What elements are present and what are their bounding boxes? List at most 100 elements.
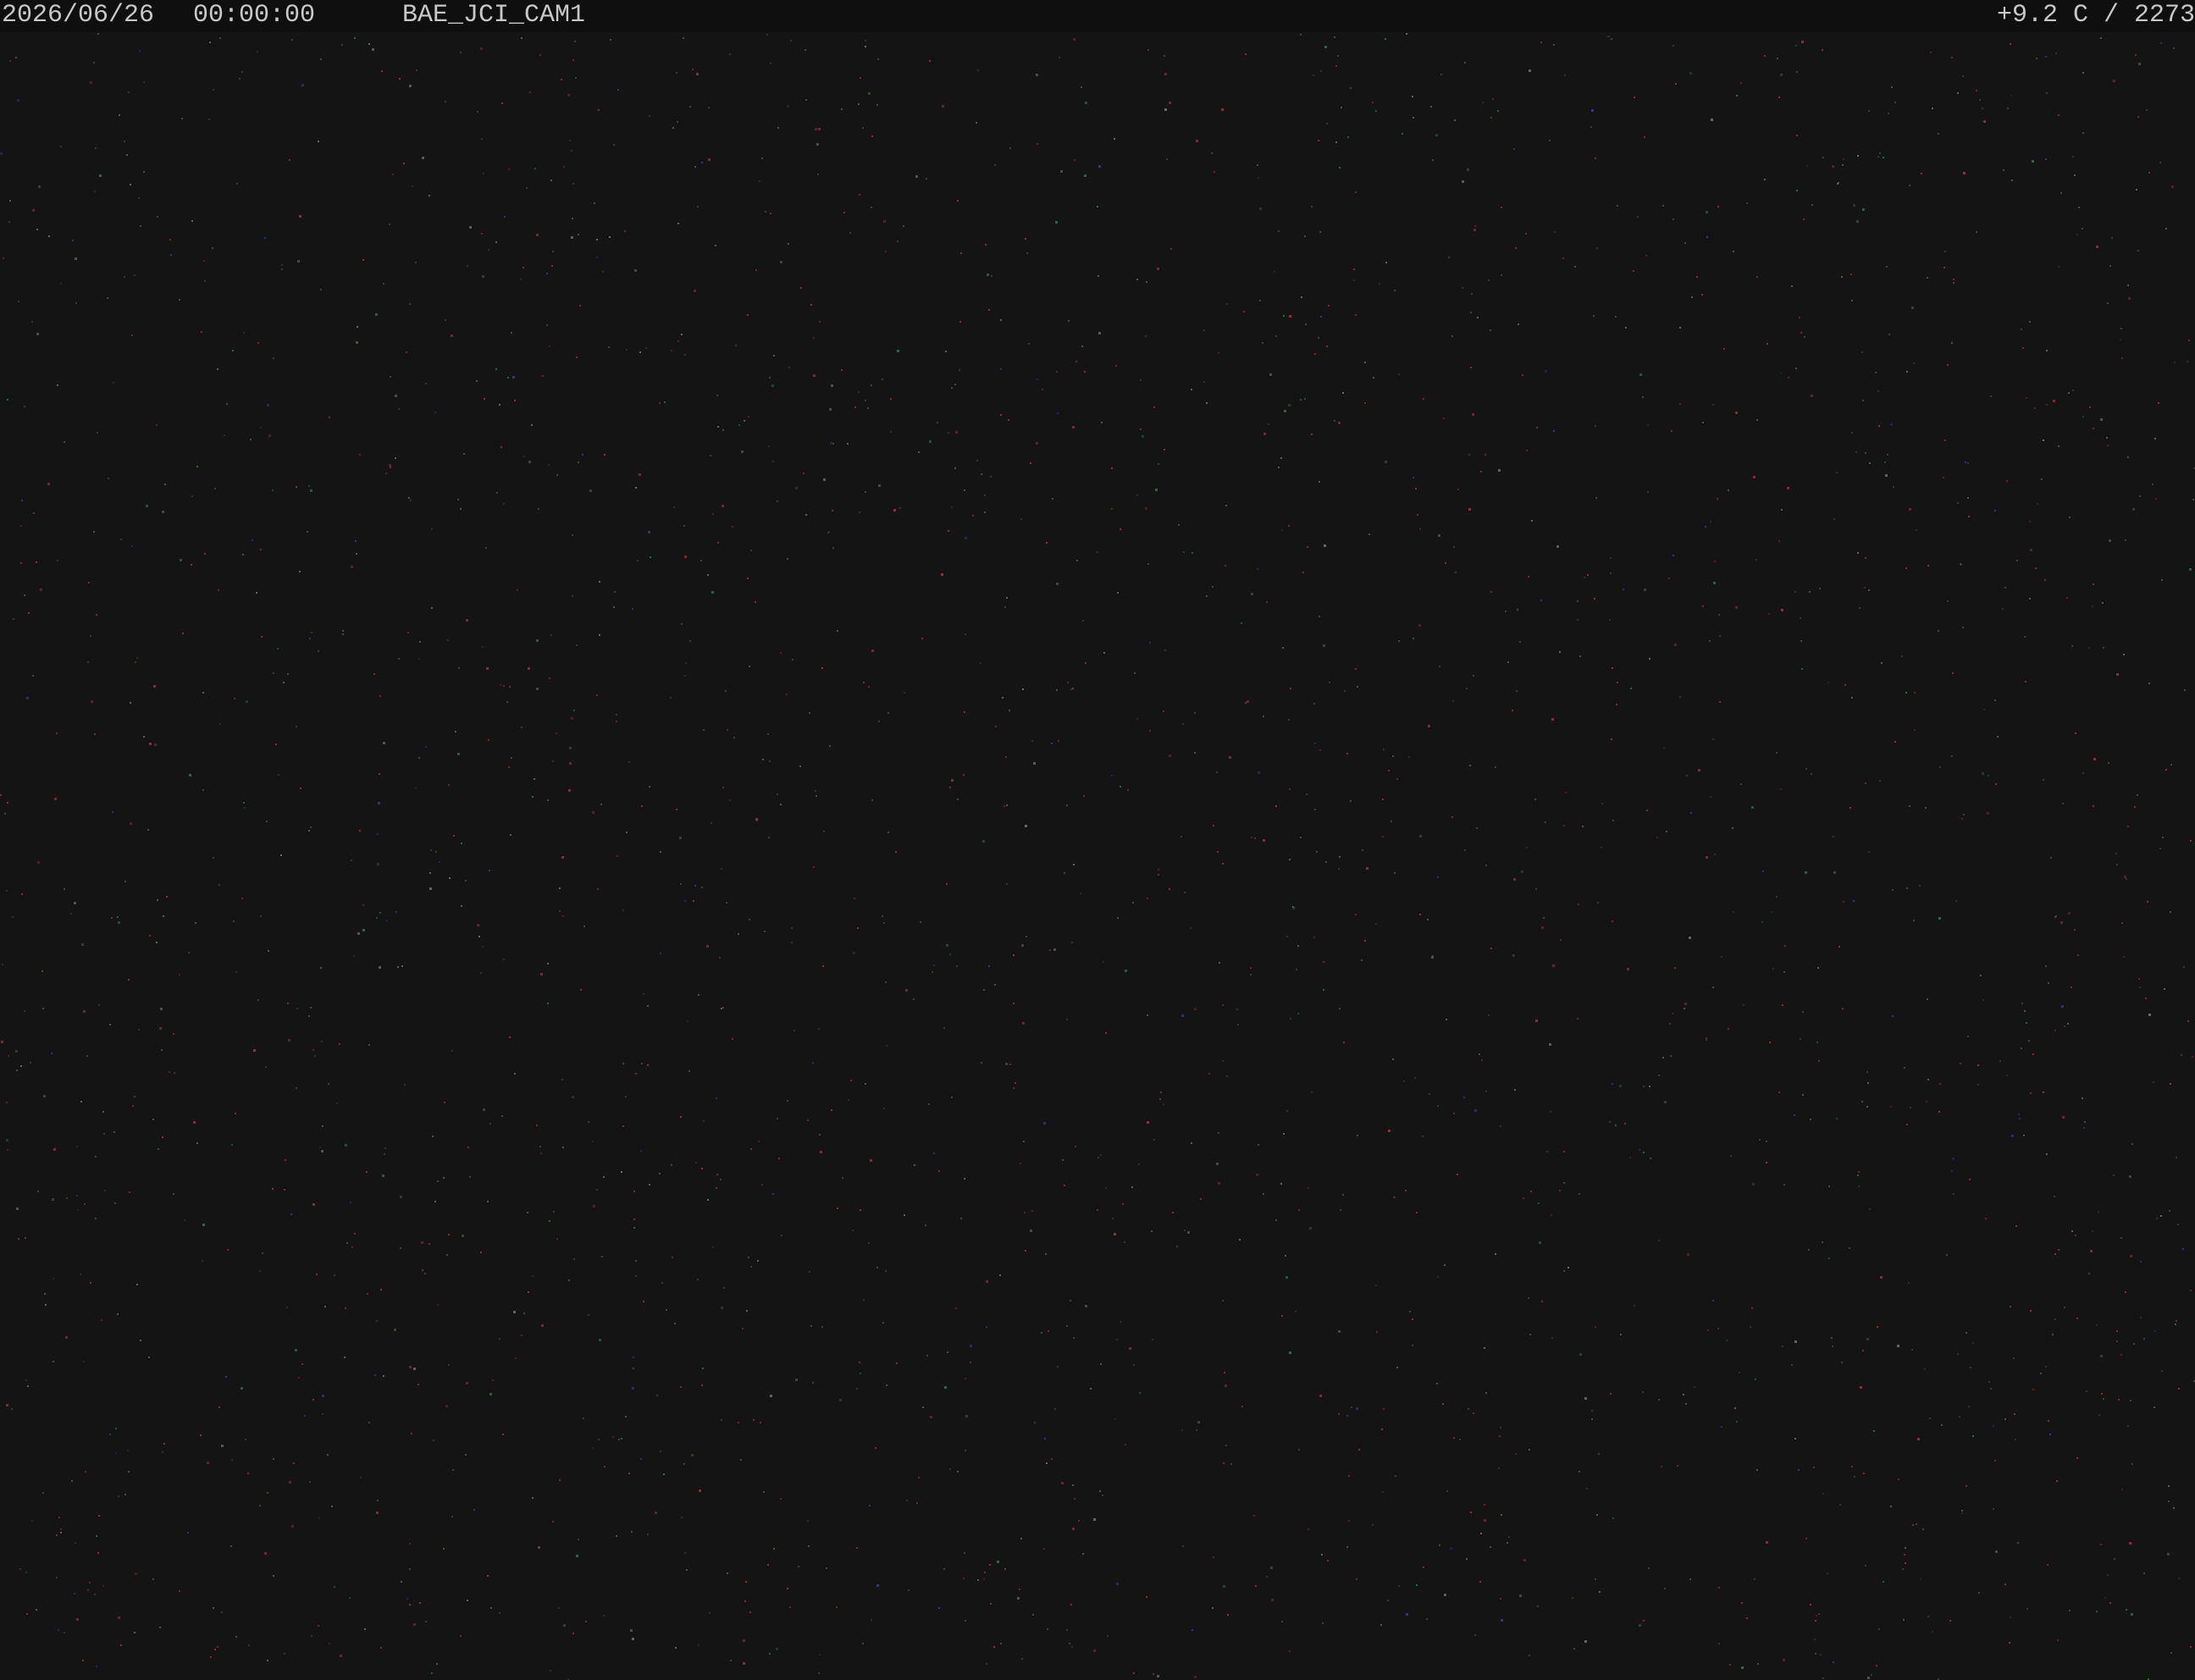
noise-pixel bbox=[563, 166, 565, 168]
noise-pixel bbox=[865, 1083, 866, 1085]
noise-pixel bbox=[804, 49, 806, 51]
noise-pixel bbox=[97, 33, 99, 35]
noise-pixel bbox=[709, 1612, 710, 1614]
noise-pixel bbox=[2133, 1343, 2135, 1345]
noise-pixel bbox=[1909, 185, 1910, 186]
noise-pixel bbox=[698, 1644, 699, 1646]
noise-pixel bbox=[400, 1196, 402, 1198]
noise-pixel bbox=[514, 1073, 516, 1075]
noise-pixel bbox=[738, 1422, 739, 1423]
noise-pixel bbox=[334, 1274, 335, 1276]
noise-pixel bbox=[118, 1495, 119, 1497]
noise-pixel bbox=[1670, 1055, 1672, 1057]
noise-pixel bbox=[4, 813, 6, 815]
noise-pixel bbox=[291, 1525, 294, 1528]
noise-pixel bbox=[2114, 1558, 2115, 1560]
noise-pixel bbox=[1289, 788, 1291, 790]
noise-pixel bbox=[1157, 268, 1159, 270]
noise-pixel bbox=[1863, 1473, 1865, 1474]
noise-pixel bbox=[618, 1439, 620, 1440]
noise-pixel bbox=[2170, 764, 2172, 765]
noise-pixel bbox=[547, 1003, 549, 1004]
noise-pixel bbox=[1270, 1567, 1273, 1569]
noise-pixel bbox=[2118, 1399, 2120, 1401]
noise-pixel bbox=[1194, 1008, 1197, 1010]
noise-pixel bbox=[616, 1535, 617, 1537]
noise-pixel bbox=[1543, 917, 1545, 919]
noise-pixel bbox=[1480, 471, 1482, 472]
noise-pixel bbox=[938, 1607, 940, 1609]
noise-pixel bbox=[431, 528, 433, 530]
noise-pixel bbox=[1301, 296, 1302, 298]
noise-pixel bbox=[2035, 567, 2037, 569]
noise-pixel bbox=[732, 526, 733, 528]
noise-pixel bbox=[1256, 1174, 1258, 1176]
noise-pixel bbox=[2121, 922, 2123, 924]
noise-pixel bbox=[1535, 888, 1537, 890]
noise-pixel bbox=[2116, 673, 2119, 676]
noise-pixel bbox=[448, 1364, 450, 1366]
noise-pixel bbox=[965, 1620, 966, 1622]
noise-pixel bbox=[1596, 247, 1598, 249]
noise-pixel bbox=[1929, 1418, 1931, 1419]
noise-pixel bbox=[1082, 1553, 1084, 1555]
noise-pixel bbox=[988, 309, 990, 311]
noise-pixel bbox=[1740, 82, 1742, 84]
noise-pixel bbox=[1563, 1182, 1565, 1184]
noise-pixel bbox=[1398, 640, 1400, 642]
noise-pixel bbox=[1009, 1064, 1011, 1065]
noise-pixel bbox=[503, 685, 505, 687]
noise-pixel bbox=[633, 1191, 635, 1192]
noise-pixel bbox=[2139, 986, 2141, 988]
noise-pixel bbox=[1223, 1462, 1225, 1464]
noise-pixel bbox=[36, 561, 37, 563]
noise-pixel bbox=[445, 101, 446, 102]
noise-pixel bbox=[1030, 462, 1031, 464]
noise-pixel bbox=[1627, 968, 1629, 970]
noise-pixel bbox=[95, 1218, 97, 1219]
noise-pixel bbox=[24, 406, 25, 407]
noise-pixel bbox=[946, 883, 948, 885]
noise-pixel bbox=[1886, 266, 1888, 268]
noise-pixel bbox=[58, 1517, 60, 1518]
noise-pixel bbox=[598, 1439, 600, 1440]
noise-pixel bbox=[1851, 1466, 1853, 1467]
noise-pixel bbox=[1484, 1347, 1485, 1349]
noise-pixel bbox=[771, 384, 774, 387]
noise-pixel bbox=[2046, 92, 2048, 94]
noise-pixel bbox=[1064, 872, 1065, 874]
noise-pixel bbox=[1957, 92, 1959, 94]
noise-pixel bbox=[1280, 457, 1282, 459]
noise-pixel bbox=[700, 560, 702, 561]
noise-pixel bbox=[466, 1382, 468, 1384]
noise-pixel bbox=[266, 821, 268, 822]
noise-pixel bbox=[2049, 1434, 2051, 1435]
noise-pixel bbox=[2041, 478, 2043, 480]
noise-pixel bbox=[821, 667, 823, 669]
noise-pixel bbox=[856, 1547, 858, 1549]
noise-pixel bbox=[1117, 917, 1119, 919]
noise-pixel bbox=[1263, 1193, 1264, 1195]
noise-pixel bbox=[2076, 234, 2078, 235]
noise-pixel bbox=[2098, 1211, 2099, 1213]
noise-pixel bbox=[1916, 1523, 1917, 1525]
noise-pixel bbox=[1070, 688, 1072, 690]
noise-pixel bbox=[1702, 605, 1704, 607]
noise-pixel bbox=[262, 1252, 263, 1254]
noise-pixel bbox=[157, 899, 158, 901]
noise-pixel bbox=[994, 984, 996, 986]
noise-pixel bbox=[1741, 1602, 1743, 1604]
noise-pixel bbox=[1259, 207, 1262, 210]
noise-pixel bbox=[242, 554, 244, 555]
noise-pixel bbox=[1300, 399, 1302, 401]
noise-pixel bbox=[308, 1015, 310, 1017]
noise-pixel bbox=[1026, 252, 1028, 254]
noise-pixel bbox=[1620, 1334, 1622, 1335]
noise-pixel bbox=[1878, 425, 1880, 427]
noise-pixel bbox=[71, 1480, 73, 1482]
noise-pixel bbox=[75, 302, 77, 304]
noise-pixel bbox=[2126, 1609, 2127, 1611]
noise-pixel bbox=[1851, 432, 1853, 434]
noise-pixel bbox=[1822, 1677, 1824, 1679]
noise-pixel bbox=[412, 185, 413, 187]
